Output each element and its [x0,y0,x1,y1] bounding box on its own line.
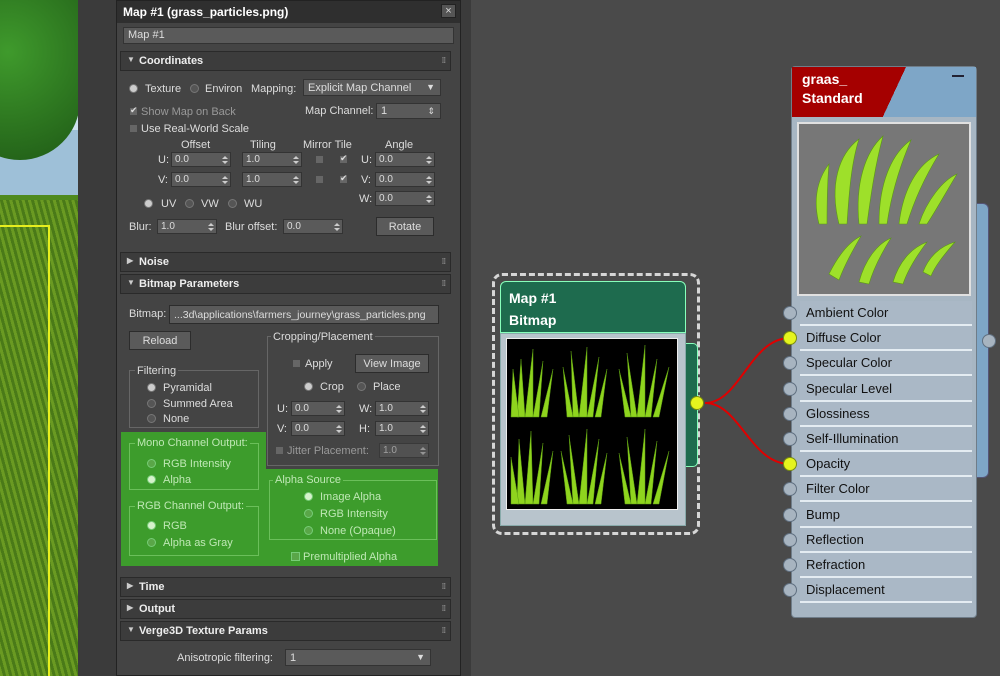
input-socket[interactable] [783,432,797,446]
slot-glossiness[interactable]: Glossiness [800,401,972,427]
input-socket[interactable] [783,381,797,396]
material-node-header[interactable]: graas_ Standard [792,67,976,117]
slot-self-illumination[interactable]: Self-Illumination [800,427,972,452]
slot-bump[interactable]: Bump [800,502,972,528]
wire-opacity [704,402,791,465]
bitmap-node-header[interactable]: Map #1 Bitmap [500,281,686,333]
material-preview-sphere [797,122,971,296]
slot-specular-color[interactable]: Specular Color [800,351,972,377]
input-socket[interactable] [783,532,797,547]
material-node-type: Standard [802,90,863,106]
input-socket[interactable] [783,507,797,522]
slot-opacity[interactable]: Opacity [800,452,972,478]
grass-blades-image [510,344,670,505]
slot-specular-level[interactable]: Specular Level [800,376,972,402]
slot-diffuse-color[interactable]: Diffuse Color [800,326,972,352]
grass-sphere-image [815,135,958,285]
input-socket[interactable] [783,406,797,421]
slot-filter-color[interactable]: Filter Color [800,477,972,503]
slot-reflection[interactable]: Reflection [800,527,972,553]
grass-texture-preview [506,338,678,510]
material-node-title: graas_ [802,71,848,87]
input-socket[interactable] [783,306,797,320]
input-socket[interactable] [783,558,797,572]
slot-ambient-color[interactable]: Ambient Color [800,301,972,326]
bitmap-output-socket[interactable] [690,396,704,410]
minimize-icon[interactable] [952,75,964,77]
bitmap-node-type: Bitmap [509,312,557,328]
wire-diffuse [704,337,791,404]
bitmap-node-title: Map #1 [509,290,557,306]
slot-refraction[interactable]: Refraction [800,553,972,578]
slot-displacement[interactable]: Displacement [800,578,972,604]
material-output-socket[interactable] [982,334,996,348]
